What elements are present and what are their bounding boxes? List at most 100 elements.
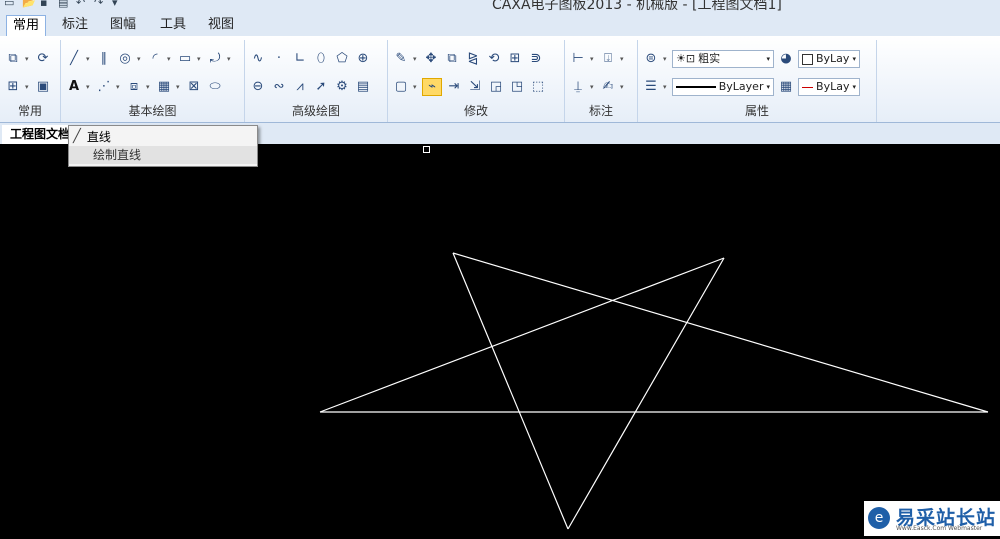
title-bar: ▭ 📂 ▪ ▤ ↶ ↷ ▾ CAXA电子图板2013 - 机械版 - [工程图文…	[0, 0, 1000, 14]
erase-icon[interactable]: ✎	[392, 50, 410, 68]
edit-annotation-icon[interactable]: ✍	[599, 78, 617, 96]
group-label: 高级绘图	[291, 104, 340, 118]
centerline-icon[interactable]: ⋰	[95, 78, 113, 96]
copy-icon[interactable]: ⧉	[443, 50, 461, 68]
layer-icon[interactable]: ⧉	[4, 50, 22, 68]
chevron-down-icon: ▾	[852, 83, 856, 91]
fillet-icon[interactable]: ◲	[487, 78, 505, 96]
region-icon[interactable]: ⬭	[206, 78, 224, 96]
block-icon[interactable]: ⧈	[125, 78, 143, 96]
select-box-icon[interactable]: ▢	[392, 78, 410, 96]
arrow-icon[interactable]: ➚	[312, 78, 330, 96]
group-basic-draw: ╱ ▾ ∥ ◎ ▾ ◜ ▾ ▭ ▾ ⤾ ▾ A ▾ ⋰ ▾ ⧈ ▾ ▦ ▾ ⊠ ⬭ 基本绘图	[61, 40, 245, 122]
color-select[interactable]: ByLay ▾	[798, 50, 860, 68]
line-tooltip: ╱ 直线 绘制直线	[68, 125, 258, 167]
polygon-icon[interactable]: ⬠	[333, 50, 351, 68]
tab-annotate[interactable]: 标注	[56, 15, 94, 35]
print-icon[interactable]: ▤	[58, 0, 72, 10]
line-segment-5[interactable]	[452, 252, 989, 413]
group-modify: ✎ ▾ ✥ ⧉ ⧎ ⟲ ⊞ ⋑ ▢ ▾ ⌁ ⇥ ⇲ ◲ ◳ ⬚ 修改	[388, 40, 565, 122]
gear-icon[interactable]: ⚙	[333, 78, 351, 96]
array-icon[interactable]: ⊞	[506, 50, 524, 68]
refresh-icon[interactable]: ⟳	[34, 50, 52, 68]
mirror-icon[interactable]: ⧎	[464, 50, 482, 68]
ribbon-panel: ⧉ ▾ ⟳ ⊞ ▾ ▣ 常用 ╱ ▾ ∥ ◎ ▾ ◜ ▾ ▭ ▾ ⤾ ▾ A ▾ ⋰ ▾ ⧈ ▾ ▦…	[0, 36, 1000, 123]
paste-icon[interactable]: ▣	[34, 78, 52, 96]
break-line-icon[interactable]: ⩘	[291, 78, 309, 96]
tab-view[interactable]: 视图	[202, 15, 240, 35]
save-icon[interactable]: ▪	[40, 0, 54, 10]
image-icon[interactable]: ▦	[155, 78, 173, 96]
rectangle-icon[interactable]: ▭	[176, 50, 194, 68]
chevron-down-icon: ▾	[852, 55, 856, 63]
line-icon[interactable]: ╱	[65, 50, 83, 68]
rotate-icon[interactable]: ⟲	[485, 50, 503, 68]
layer-select[interactable]: ☀⊡ 粗实 ▾	[672, 50, 774, 68]
layer-manager-icon[interactable]: ⊜	[642, 50, 660, 68]
group-common: ⧉ ▾ ⟳ ⊞ ▾ ▣ 常用	[0, 40, 61, 122]
group-advanced-draw: ∿ · ∟ ⬯ ⬠ ⊕ ⊖ ∾ ⩘ ➚ ⚙ ▤ 高级绘图	[245, 40, 388, 122]
open-file-icon[interactable]: 📂	[22, 0, 36, 10]
tab-sheet[interactable]: 图幅	[104, 15, 142, 35]
properties-icon[interactable]: ⊞	[4, 78, 22, 96]
color-swatch	[802, 53, 813, 65]
redo-icon[interactable]: ↷	[94, 0, 108, 10]
hole-icon[interactable]: ⊖	[249, 78, 267, 96]
line-icon: ╱	[73, 129, 81, 144]
crosshair-cursor	[423, 146, 430, 153]
circle-icon[interactable]: ◎	[116, 50, 134, 68]
chamfer-icon[interactable]: ◳	[508, 78, 526, 96]
linetype-icon[interactable]: ☰	[642, 78, 660, 96]
line-segment-1[interactable]	[452, 252, 569, 530]
angle-line-icon[interactable]: ∟	[291, 50, 309, 68]
text-icon[interactable]: A	[65, 78, 83, 96]
centermark-icon[interactable]: ⊕	[354, 50, 372, 68]
lineweight-icon[interactable]: ▦	[777, 78, 795, 96]
tolerance-icon[interactable]: ⍊	[569, 78, 587, 96]
watermark-subtext: Www.Easck.Com Webmaster	[896, 525, 983, 532]
tab-tools[interactable]: 工具	[154, 15, 192, 35]
line-sample	[676, 86, 716, 88]
group-label: 属性	[744, 104, 769, 118]
group-label: 基本绘图	[128, 104, 177, 118]
point-icon[interactable]: ·	[270, 50, 288, 68]
watermark-logo-icon: e	[868, 507, 890, 529]
undo-icon[interactable]: ↶	[76, 0, 90, 10]
group-properties: ⊜ ▾ ☀⊡ 粗实 ▾ ◕ ByLay ▾ ☰ ▾ ByLayer ▾ ▦ By…	[638, 40, 877, 122]
curve-icon[interactable]: ⤾	[206, 50, 224, 68]
drawing-canvas[interactable]	[0, 144, 1000, 536]
ellipse-icon[interactable]: ⬯	[312, 50, 330, 68]
quick-access-toolbar: ▭ 📂 ▪ ▤ ↶ ↷ ▾	[4, 0, 126, 10]
move-icon[interactable]: ✥	[422, 50, 440, 68]
lineweight-select[interactable]: ByLay ▾	[798, 78, 860, 96]
group-label: 常用	[17, 104, 42, 118]
layer-state-icon: ☀⊡	[676, 52, 696, 65]
customize-qat-icon[interactable]: ▾	[112, 0, 126, 10]
dimension-icon[interactable]: ⊢	[569, 50, 587, 68]
trim-icon[interactable]: ⌁	[422, 78, 442, 96]
chevron-down-icon: ▾	[766, 55, 770, 63]
arc-icon[interactable]: ◜	[146, 50, 164, 68]
tab-common[interactable]: 常用	[6, 15, 47, 36]
watermark: e 易采站长站 Www.Easck.Com Webmaster	[864, 501, 1000, 536]
tooltip-description: 绘制直线	[69, 146, 257, 164]
chevron-down-icon: ▾	[766, 83, 770, 91]
extend-icon[interactable]: ⇥	[445, 78, 463, 96]
window-title: CAXA电子图板2013 - 机械版 - [工程图文档1]	[492, 0, 782, 13]
line-segment-2[interactable]	[567, 257, 725, 530]
offset-icon[interactable]: ⋑	[527, 50, 545, 68]
color-wheel-icon[interactable]: ◕	[777, 50, 795, 68]
leader-icon[interactable]: ⍗	[599, 50, 617, 68]
wave-icon[interactable]: ∾	[270, 78, 288, 96]
linetype-select[interactable]: ByLayer ▾	[672, 78, 774, 96]
hatch-icon[interactable]: ⊠	[185, 78, 203, 96]
parallel-line-icon[interactable]: ∥	[95, 50, 113, 68]
spline-icon[interactable]: ∿	[249, 50, 267, 68]
lineweight-sample	[802, 86, 814, 88]
stretch-icon[interactable]: ⇲	[466, 78, 484, 96]
table-icon[interactable]: ▤	[354, 78, 372, 96]
group-label: 修改	[463, 104, 488, 118]
line-segment-3[interactable]	[319, 257, 725, 413]
explode-icon[interactable]: ⬚	[529, 78, 547, 96]
new-file-icon[interactable]: ▭	[4, 0, 18, 10]
